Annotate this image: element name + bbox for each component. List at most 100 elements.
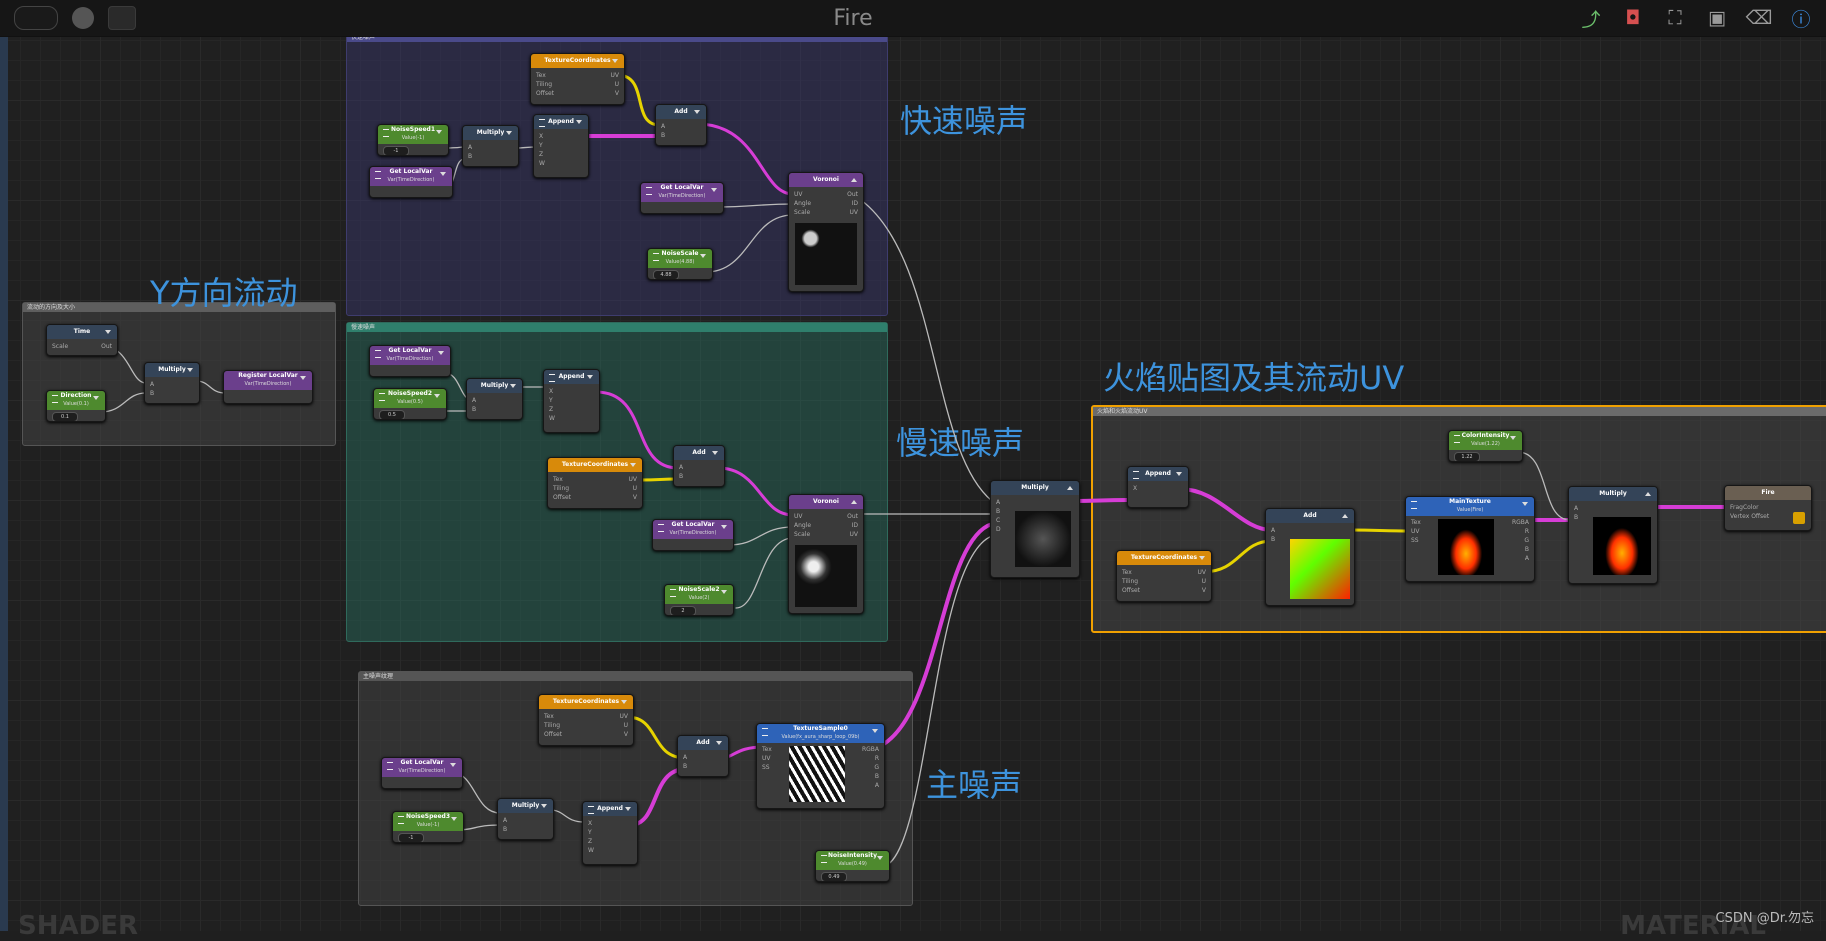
wire xyxy=(549,809,585,823)
value-field[interactable]: -1 xyxy=(383,146,409,155)
value-field[interactable]: 4.88 xyxy=(653,270,679,279)
node-texture-sample0[interactable]: TextureSample0 Value(fx_aura_sharp_loop_0… xyxy=(756,723,885,809)
node-fire-texcoords[interactable]: TextureCoordinates Tex UV Tiling U Offset V xyxy=(1116,550,1212,602)
node-slow-voronoi[interactable]: Voronoi UV Out Angle ID Scale UV xyxy=(788,494,864,614)
shader-tab-label[interactable]: SHADER xyxy=(18,911,138,941)
wire xyxy=(727,526,794,546)
node-title: TextureCoordinates xyxy=(531,54,624,68)
value-field[interactable]: 0.49 xyxy=(821,872,847,881)
node-fast-voronoi[interactable]: Voronoi UV Out Angle ID Scale UV xyxy=(788,172,864,292)
node-title: Get LocalVar Var(TimeDirection) xyxy=(653,520,733,539)
node-title: Multiply xyxy=(463,126,518,140)
value-field[interactable]: 1.22 xyxy=(1454,452,1480,461)
node-slow-append[interactable]: Append XYZW xyxy=(543,369,600,433)
node-main-getlocalvar[interactable]: Get LocalVar Var(TimeDirection) xyxy=(381,757,463,789)
node-fast-texcoords[interactable]: TextureCoordinates Tex UV Tiling U Offset V xyxy=(530,53,625,105)
node-fast-getlocalvar[interactable]: Get LocalVar Var(TimeDirection) xyxy=(369,166,453,198)
node-title: Register LocalVar Var(TimeDirection) xyxy=(224,371,312,390)
wire xyxy=(1201,539,1274,574)
node-title: Append xyxy=(583,802,637,816)
wire xyxy=(1347,528,1413,533)
node-title: Voronoi xyxy=(789,495,863,509)
node-slow-add[interactable]: Add AB xyxy=(673,445,725,487)
node-preview xyxy=(1438,519,1494,575)
node-main-append[interactable]: Append XYZW xyxy=(582,801,638,865)
node-color-intensity[interactable]: ColorIntensity Value(1.22) 1.22 xyxy=(1448,430,1523,462)
wire xyxy=(876,522,994,749)
node-slow-texcoords[interactable]: TextureCoordinates Tex UV Tiling U Offset V xyxy=(547,457,643,509)
wire xyxy=(735,537,794,609)
node-title: ColorIntensity Value(1.22) xyxy=(1449,431,1522,450)
watermark: CSDN @Dr.勿忘 xyxy=(1715,911,1815,926)
node-title: Time xyxy=(47,325,117,339)
node-title: NoiseSpeed3 Value(-1) xyxy=(393,812,463,831)
node-main-add[interactable]: Add AB xyxy=(677,735,729,777)
node-title: Direction Value(0.1) xyxy=(47,391,105,410)
node-title: TextureCoordinates xyxy=(548,458,642,472)
node-fast-getlocalvar2[interactable]: Get LocalVar Var(TimeDirection) xyxy=(640,182,724,214)
node-slow-multiply[interactable]: Multiply AB xyxy=(466,378,523,420)
focus-icon[interactable]: ▣ xyxy=(1704,5,1730,31)
node-noise-intensity[interactable]: NoiseIntensity Value(0.49) 0.49 xyxy=(815,850,890,882)
node-title: MainTexture Value(Fire) xyxy=(1406,497,1534,516)
node-title: Get LocalVar Var(TimeDirection) xyxy=(370,346,450,365)
node-title: Multiply xyxy=(467,379,522,393)
node-title: TextureCoordinates xyxy=(539,695,633,709)
wire xyxy=(1178,487,1274,532)
node-slow-getlocalvar[interactable]: Get LocalVar Var(TimeDirection) xyxy=(369,345,451,377)
node-main-texcoords[interactable]: TextureCoordinates Tex UV Tiling U Offset V xyxy=(538,694,634,746)
node-fast-add[interactable]: Add AB xyxy=(655,104,707,146)
node-output-fire[interactable]: Fire FragColor Vertex Offset xyxy=(1724,485,1812,531)
wire xyxy=(860,199,993,502)
value-field[interactable]: -1 xyxy=(398,833,424,842)
node-big-multiply[interactable]: Multiply ABCD xyxy=(990,480,1080,578)
node-fast-multiply[interactable]: Multiply AB xyxy=(462,125,519,167)
node-title: Voronoi xyxy=(789,173,863,187)
wire xyxy=(99,392,147,413)
node-noise-speed3[interactable]: NoiseSpeed3 Value(-1) -1 xyxy=(392,811,464,843)
node-main-multiply[interactable]: Multiply AB xyxy=(497,798,554,840)
wire xyxy=(717,203,794,208)
value-field[interactable]: 0.5 xyxy=(379,410,405,419)
save-icon[interactable] xyxy=(1793,512,1805,524)
node-time[interactable]: Time Scale Out xyxy=(46,324,118,356)
node-preview xyxy=(1290,539,1350,599)
node-flow-multiply[interactable]: Multiply AB xyxy=(144,362,200,404)
port-label: Scale xyxy=(52,343,69,350)
node-noise-scale2[interactable]: NoiseScale2 Value(2) 2 xyxy=(664,584,734,616)
node-title: NoiseIntensity Value(0.49) xyxy=(816,851,889,870)
node-noise-scale[interactable]: NoiseScale Value(4.88) 4.88 xyxy=(647,248,713,280)
node-fire-multiply[interactable]: Multiply AB xyxy=(1568,486,1658,584)
clean-icon[interactable]: ⌫ xyxy=(1746,5,1773,31)
title-bar: Fire ⤴ ◘ ⛶ ▣ ⌫ ⓘ xyxy=(0,0,1826,37)
node-slow-getlocalvar2[interactable]: Get LocalVar Var(TimeDirection) xyxy=(652,519,734,551)
node-title: Append xyxy=(534,115,588,129)
node-title: NoiseSpeed1 Value(-1) xyxy=(378,125,448,144)
node-preview xyxy=(795,223,857,285)
port-label: Out xyxy=(101,343,112,350)
node-title: Get LocalVar Var(TimeDirection) xyxy=(641,183,723,202)
node-title: NoiseScale2 Value(2) xyxy=(665,585,733,604)
node-fire-add[interactable]: Add AB xyxy=(1265,508,1355,606)
share-icon[interactable]: ⤴ xyxy=(1578,5,1604,31)
node-fast-append[interactable]: Append XYZW xyxy=(533,114,589,178)
camera-icon[interactable]: ◘ xyxy=(1620,5,1646,31)
info-icon[interactable]: ⓘ xyxy=(1788,5,1814,31)
node-title: Get LocalVar Var(TimeDirection) xyxy=(382,758,462,777)
node-fire-append[interactable]: Append X xyxy=(1127,466,1189,508)
fit-view-icon[interactable]: ⛶ xyxy=(1662,5,1688,31)
node-noise-speed2[interactable]: NoiseSpeed2 Value(0.5) 0.5 xyxy=(373,388,447,420)
node-title: Add xyxy=(678,736,728,750)
node-main-texture[interactable]: MainTexture Value(Fire) Tex UV SS RGBA R G B A xyxy=(1405,496,1535,582)
node-title: Append xyxy=(1128,467,1188,481)
node-noise-speed1[interactable]: NoiseSpeed1 Value(-1) -1 xyxy=(377,124,449,156)
node-title: NoiseSpeed2 Value(0.5) xyxy=(374,389,446,408)
value-field[interactable]: 2 xyxy=(670,606,696,615)
node-direction[interactable]: Direction Value(0.1) 0.1 xyxy=(46,390,106,422)
wire xyxy=(628,767,688,827)
value-field[interactable]: 0.1 xyxy=(52,412,78,421)
wire-layer xyxy=(99,73,1729,868)
node-preview xyxy=(1015,511,1071,567)
node-title: Fire xyxy=(1725,486,1811,500)
node-register-localvar[interactable]: Register LocalVar Var(TimeDirection) xyxy=(223,370,313,404)
